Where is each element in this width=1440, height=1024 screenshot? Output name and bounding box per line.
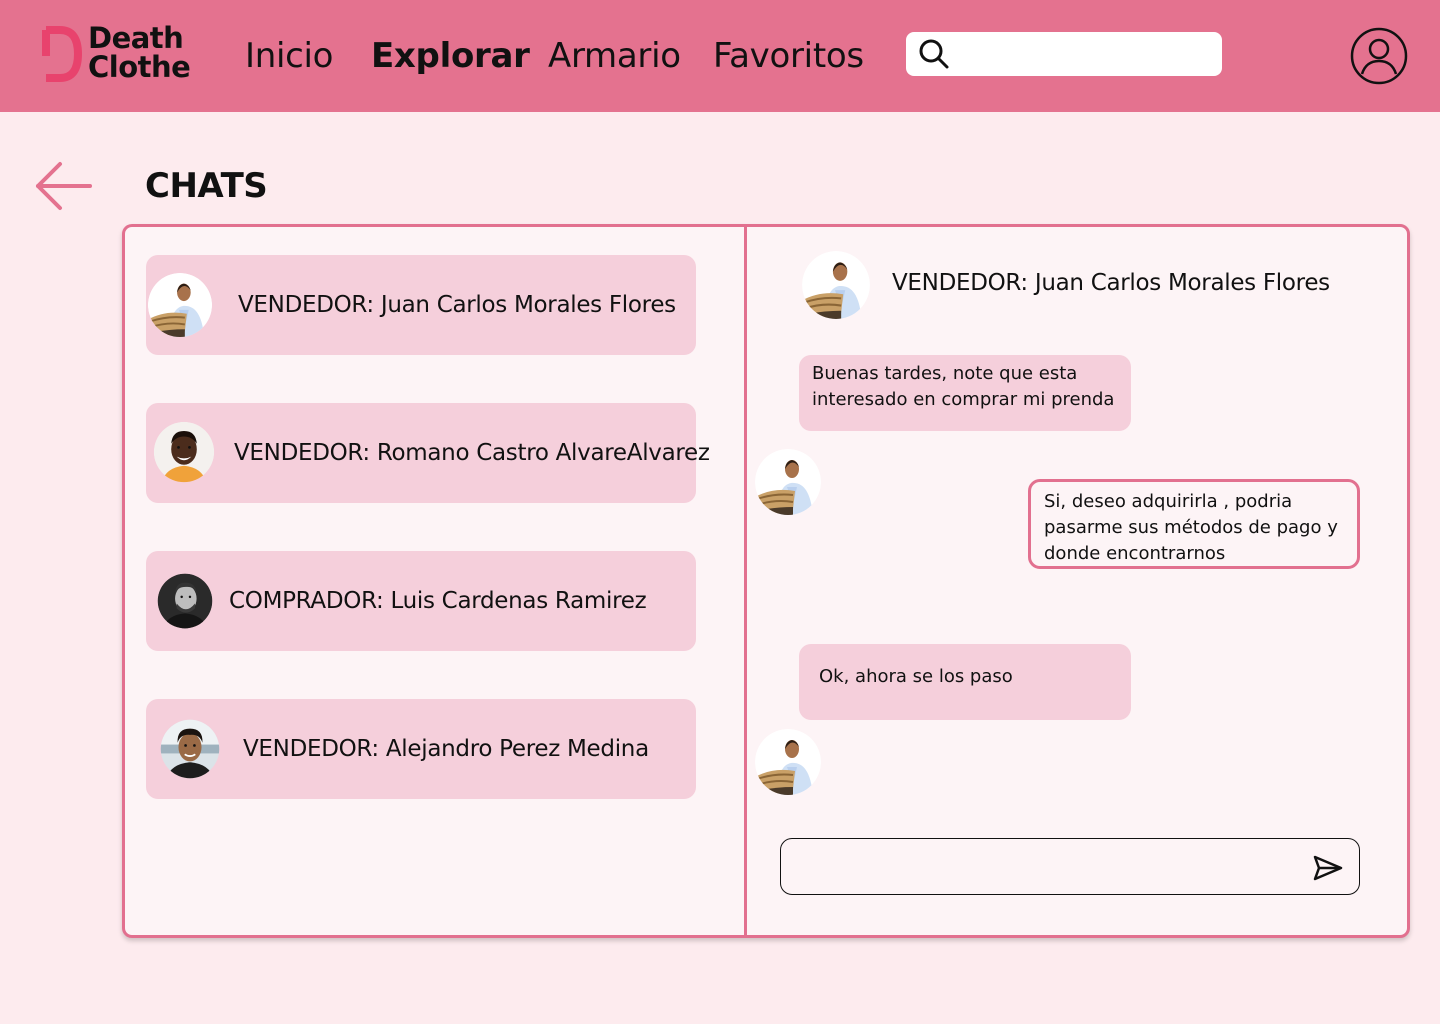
top-navbar: Death Clothe Inicio Explorar Armario Fav… xyxy=(0,0,1440,112)
avatar xyxy=(146,271,214,339)
chat-contact-name: VENDEDOR: Alejandro Perez Medina xyxy=(243,736,649,762)
message-bubble-incoming: Buenas tardes, note que esta interesado … xyxy=(799,355,1131,431)
chat-list-item[interactable]: VENDEDOR: Romano Castro AlvareAlvarez xyxy=(146,403,710,503)
chat-list-item[interactable]: COMPRADOR: Luis Cardenas Ramirez xyxy=(146,551,696,651)
avatar xyxy=(800,249,872,321)
chat-contact-name: VENDEDOR: Juan Carlos Morales Flores xyxy=(238,292,676,318)
brand-logo[interactable]: Death Clothe xyxy=(40,24,210,86)
nav-favoritos[interactable]: Favoritos xyxy=(713,36,864,76)
nav-inicio[interactable]: Inicio xyxy=(245,36,333,76)
avatar xyxy=(753,727,823,797)
search-icon[interactable] xyxy=(918,38,950,70)
chat-list-item[interactable]: VENDEDOR: Juan Carlos Morales Flores xyxy=(146,255,696,355)
panel-divider xyxy=(744,227,747,935)
send-icon[interactable] xyxy=(1311,851,1345,885)
avatar xyxy=(159,718,221,780)
page-title: CHATS xyxy=(145,166,268,206)
arrow-left-icon[interactable] xyxy=(32,158,94,214)
chat-contact-name: VENDEDOR: Romano Castro AlvareAlvarez xyxy=(234,440,710,466)
chat-list-item[interactable]: VENDEDOR: Alejandro Perez Medina xyxy=(146,699,696,799)
avatar xyxy=(152,420,216,484)
user-icon[interactable] xyxy=(1350,27,1408,85)
brand-line-2: Clothe xyxy=(88,50,191,84)
nav-explorar[interactable]: Explorar xyxy=(371,36,530,76)
avatar xyxy=(753,447,823,517)
message-input[interactable] xyxy=(797,851,1297,883)
search-bar xyxy=(906,32,1222,76)
chats-panel: VENDEDOR: Juan Carlos Morales Flores VEN… xyxy=(122,224,1410,938)
avatar xyxy=(156,572,214,630)
nav-armario[interactable]: Armario xyxy=(548,36,681,76)
conversation-contact-name: VENDEDOR: Juan Carlos Morales Flores xyxy=(892,270,1330,296)
brand-name: Death Clothe xyxy=(88,21,191,84)
logo-d-icon xyxy=(42,26,82,82)
message-bubble-incoming: Ok, ahora se los paso xyxy=(799,644,1131,720)
search-input[interactable] xyxy=(958,38,1212,70)
chat-contact-name: COMPRADOR: Luis Cardenas Ramirez xyxy=(229,588,647,614)
message-composer xyxy=(780,838,1360,895)
message-bubble-outgoing: Si, deseo adquirirla , podria pasarme su… xyxy=(1028,479,1360,569)
brand-line-1: Death xyxy=(88,21,184,55)
